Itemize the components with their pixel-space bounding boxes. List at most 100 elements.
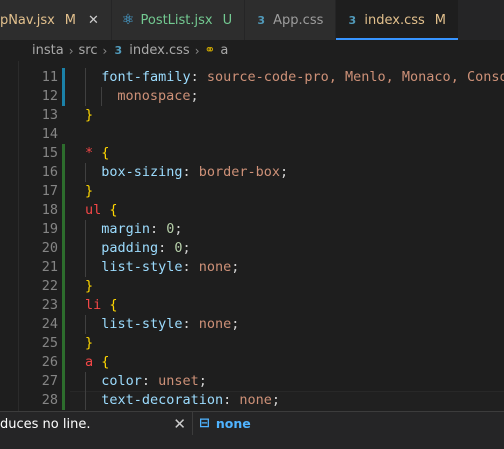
code-text: padding: 0; [101,239,190,258]
code-token: ; [280,164,289,180]
snippet-icon: ⊟ [199,416,210,431]
indent-guide [85,239,86,258]
line-number: 25 [41,335,58,351]
code-token: { [101,354,110,370]
code-text: a { [85,353,109,372]
code-token: : [182,316,199,332]
code-line: 15 * { [0,144,504,163]
code-text: list-style: none; [101,315,239,334]
code-text: monospace; [117,87,198,106]
code-token: text-decoration [101,392,224,408]
line-number: 22 [41,278,58,294]
code-line: 19 margin: 0; [0,220,504,239]
breadcrumb-item-file[interactable]: index.css [129,43,189,58]
bottom-panel: duces no line. ✕ ⊟ none [0,411,504,449]
line-number: 15 [41,145,58,161]
code-token: : [182,259,199,275]
line-number: 18 [41,202,58,218]
indent-guide [85,315,86,334]
close-icon[interactable]: ✕ [173,415,186,433]
code-token: source-code-pro, Menlo, Monaco, Consolas [206,69,504,85]
code-text: li { [85,296,118,315]
tab-app-css[interactable]: 3 App.css [245,0,337,40]
code-token: list-style [101,259,183,275]
tab-label: PostList.jsx [140,12,213,28]
modified-badge: M [64,12,77,28]
code-token: } [85,335,94,351]
code-text: text-decoration: none; [101,391,280,410]
code-text: } [85,106,93,125]
line-number: 20 [41,240,58,256]
code-token: box-sizing [101,164,183,180]
tab-topnav[interactable]: opNav.jsx M ✕ [0,0,112,40]
code-editor[interactable]: 11 font-family: source-code-pro, Menlo, M… [0,61,504,411]
react-icon: ⚛ [121,12,135,28]
breadcrumb-item-insta[interactable]: insta [32,43,64,58]
code-token: margin [101,221,150,237]
symbol-icon: ⚭ [204,43,216,58]
code-line: 17} [0,182,504,201]
tab-index-css[interactable]: 3 index.css M [336,0,459,40]
code-text: * { [85,144,109,163]
breadcrumb-item-symbol[interactable]: a [220,43,228,58]
line-number: 26 [41,354,58,370]
code-token: li [85,297,102,313]
line-number: 12 [41,88,58,104]
code-token: * [85,145,94,161]
line-number: 23 [41,297,58,313]
code-text: margin: 0; [101,220,182,239]
code-text: } [85,334,93,353]
code-text: ul { [85,201,118,220]
code-line: 27 color: unset; [0,372,504,391]
suggestion-label: none [215,416,251,431]
indent-guide [85,220,86,239]
tab-label: index.css [364,12,425,28]
code-token: ; [271,392,281,408]
code-token: ; [174,221,183,237]
tab-postlist[interactable]: ⚛ PostList.jsx U [111,0,246,40]
code-token: padding [101,240,159,256]
code-token: : [141,373,159,389]
code-text: font-family: source-code-pro, Menlo, Mon… [101,68,504,87]
code-line: 11 font-family: source-code-pro, Menlo, M… [0,68,504,87]
line-number: 11 [41,69,58,85]
code-token: list-style [101,316,183,332]
indent-guide [85,163,86,182]
code-token: font-family [101,69,191,85]
code-line: 26 a { [0,353,504,372]
code-text: } [85,277,93,296]
code-token: { [109,202,118,218]
code-token: } [85,183,94,199]
code-token: } [85,107,94,123]
breadcrumb-item-src[interactable]: src [79,43,98,58]
code-token: none [198,259,232,275]
line-number: 24 [41,316,58,332]
code-line: 24 list-style: none; [0,315,504,334]
code-line: 18 ul { [0,201,504,220]
indent-guide [85,372,86,391]
indent-guide [85,258,86,277]
notification-text: duces no line. [0,417,91,432]
chevron-right-icon: › [68,43,74,58]
breadcrumb: insta › src › 3 index.css › ⚭ a [0,40,504,61]
code-token: : [158,240,175,256]
code-token: a [85,354,94,370]
css-icon: 3 [348,13,357,27]
chevron-right-icon: › [102,43,108,58]
code-token: ; [231,316,240,332]
chevron-right-icon: › [194,43,200,58]
code-text: } [85,182,93,201]
code-token: { [109,297,118,313]
code-token: color [101,373,142,389]
code-token: 0 [174,240,183,256]
close-icon[interactable]: ✕ [88,13,99,28]
code-token: } [85,278,94,294]
code-line: 25} [0,334,504,353]
indent-guide [85,87,86,106]
suggestion-item[interactable]: ⊟ none [192,412,504,435]
code-line: 28 text-decoration: none; [0,391,504,410]
code-token: ; [231,259,240,275]
line-number: 21 [41,259,58,275]
code-token: ; [182,240,191,256]
code-text: box-sizing: border-box; [101,163,288,182]
